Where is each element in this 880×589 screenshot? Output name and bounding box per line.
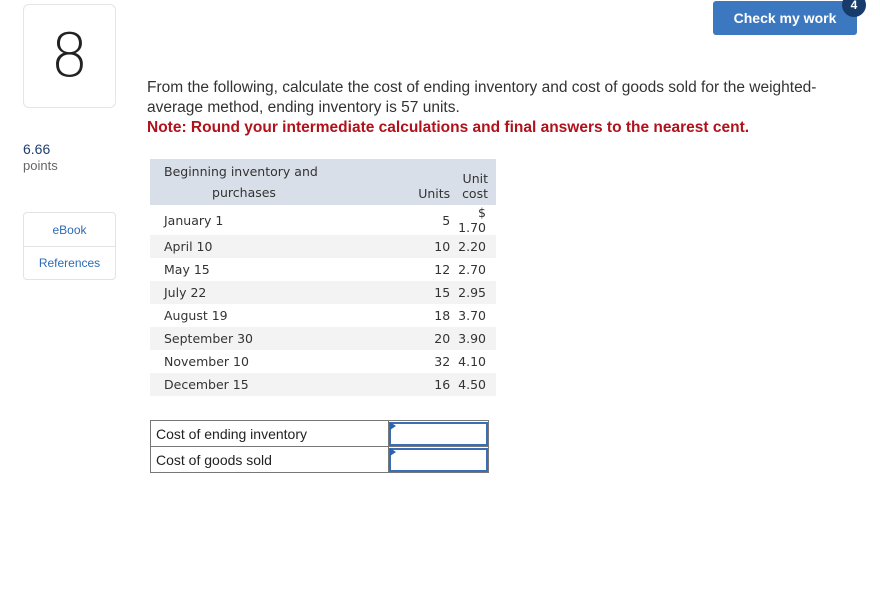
row-units: 32: [332, 350, 451, 373]
row-unit-cost: 3.90: [450, 327, 496, 350]
row-unit-cost: 2.20: [450, 235, 496, 258]
points-label: points: [23, 158, 58, 173]
header-unit-cost: Unit cost: [450, 159, 496, 205]
header-purchases-line2: purchases: [212, 185, 276, 200]
header-purchases: Beginning inventory and purchases: [150, 159, 332, 205]
row-date: January 1: [150, 205, 332, 235]
header-units-label: Units: [418, 186, 451, 201]
check-my-work-button[interactable]: Check my work: [713, 1, 857, 35]
row-unit-cost: 2.95: [450, 281, 496, 304]
header-units: Units: [332, 159, 451, 205]
row-date: August 19: [150, 304, 332, 327]
answer-table: Cost of ending inventory Cost of goods so…: [150, 420, 489, 473]
row-units: 20: [332, 327, 451, 350]
row-units: 12: [332, 258, 451, 281]
header-purchases-line1: Beginning inventory and: [164, 164, 318, 179]
inventory-row: July 22 15 2.95: [150, 281, 496, 304]
answer-row: Cost of goods sold: [150, 446, 489, 473]
row-date: December 15: [150, 373, 332, 396]
row-date: May 15: [150, 258, 332, 281]
question-number: 8: [23, 4, 116, 108]
points-box: 6.66 points: [23, 141, 58, 173]
inventory-table-header: Beginning inventory and purchases Units …: [150, 159, 496, 205]
answer-input[interactable]: [389, 447, 488, 472]
row-unit-cost: 2.70: [450, 258, 496, 281]
flag-icon: [390, 422, 396, 430]
answer-input[interactable]: [389, 421, 488, 446]
row-date: September 30: [150, 327, 332, 350]
inventory-row: September 30 20 3.90: [150, 327, 496, 350]
row-date: April 10: [150, 235, 332, 258]
answer-row: Cost of ending inventory: [150, 420, 489, 447]
inventory-row: May 15 12 2.70: [150, 258, 496, 281]
inventory-row: December 15 16 4.50: [150, 373, 496, 396]
row-unit-cost: 4.50: [450, 373, 496, 396]
flag-icon: [390, 448, 396, 456]
row-units: 16: [332, 373, 451, 396]
inventory-row: January 1 5 $ 1.70: [150, 205, 496, 235]
answer-label: Cost of ending inventory: [150, 420, 389, 447]
check-count-badge: 4: [842, 0, 866, 17]
row-unit-cost: 3.70: [450, 304, 496, 327]
question-note: Note: Round your intermediate calculatio…: [147, 119, 750, 136]
row-date: November 10: [150, 350, 332, 373]
points-value: 6.66: [23, 141, 51, 157]
answer-cell: [388, 446, 489, 473]
inventory-row: August 19 18 3.70: [150, 304, 496, 327]
answer-cell: [388, 420, 489, 447]
row-date: July 22: [150, 281, 332, 304]
question-text: From the following, calculate the cost o…: [147, 79, 817, 116]
row-unit-cost: $ 1.70: [450, 205, 496, 235]
inventory-table: Beginning inventory and purchases Units …: [150, 159, 496, 396]
row-units: 5: [332, 205, 451, 235]
references-link[interactable]: References: [24, 246, 115, 279]
row-units: 15: [332, 281, 451, 304]
inventory-row: April 10 10 2.20: [150, 235, 496, 258]
answer-label: Cost of goods sold: [150, 446, 389, 473]
row-units: 10: [332, 235, 451, 258]
ebook-link[interactable]: eBook: [24, 213, 115, 246]
row-unit-cost: 4.10: [450, 350, 496, 373]
row-units: 18: [332, 304, 451, 327]
header-unit-cost-label: Unit cost: [462, 171, 488, 201]
resource-links: eBook References: [23, 212, 116, 280]
inventory-row: November 10 32 4.10: [150, 350, 496, 373]
question-prompt: From the following, calculate the cost o…: [147, 78, 847, 138]
